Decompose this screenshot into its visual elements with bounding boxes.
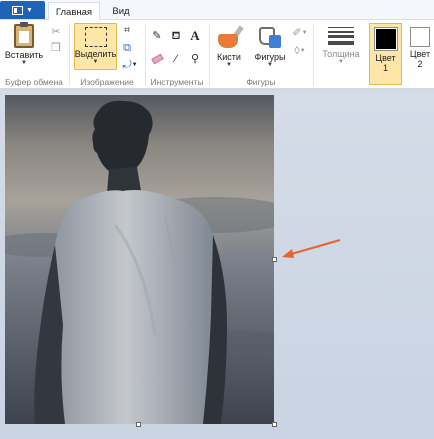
resize-icon: ⧉ [123,42,131,54]
crop-button[interactable]: ⌗ [120,24,134,38]
tab-view[interactable]: Вид [103,2,139,21]
shapes-label: Фигуры [254,52,286,62]
ribbon-tab-strip: ▼ Главная Вид [0,0,434,21]
tools-group-label: Инструменты [150,77,204,87]
color2-label: Цвет [409,49,431,59]
fill-shape-button[interactable]: ◊ ▼ [290,44,310,58]
group-divider [313,24,314,86]
text-button[interactable]: A [188,29,202,43]
scissors-icon: ✂ [51,26,61,38]
copy-button[interactable]: ❐ [49,41,63,55]
color1-label: Цвет [375,53,396,63]
color1-swatch [373,27,398,51]
pencil-button[interactable]: ✎ [150,29,164,43]
thickness-label: Толщина [322,49,360,59]
tab-home-label: Главная [55,6,93,18]
canvas-workspace [0,90,434,439]
resize-button[interactable]: ⧉ [120,41,134,55]
select-button[interactable]: Выделить ▼ [74,23,117,70]
color1-button[interactable]: Цвет 1 [369,23,402,85]
color1-number: 1 [382,63,388,73]
color2-button[interactable]: Цвет 2 [406,23,434,85]
paste-label: Вставить [4,50,44,60]
outline-button[interactable]: ✐ ▼ [290,26,310,40]
chevron-down-icon: ▼ [131,62,138,68]
shapes-button[interactable]: Фигуры ▼ [252,24,288,72]
annotation-arrow [282,239,341,258]
brushes-button[interactable]: Кисти ▼ [214,24,244,72]
paint-bucket-icon: ⛾ [171,30,181,42]
magnifier-icon: ⚲ [190,53,200,65]
photo-man-back-view-image [5,95,274,424]
rotate-button[interactable]: ⤾ ▼ [120,58,140,72]
chevron-down-icon: ▼ [338,59,344,65]
file-menu-button[interactable]: ▼ [0,1,45,19]
magnifier-button[interactable]: ⚲ [188,52,202,66]
tools-group: ✎ ⛾ A ⁄ ⚲ Инструменты [146,20,208,89]
select-label: Выделить [74,49,117,59]
shapes-icon [257,24,283,50]
shapes-group-label: Фигуры [246,77,276,87]
fill-button[interactable]: ⛾ [169,29,183,43]
color2-swatch [410,27,430,47]
crop-icon: ⌗ [124,25,130,36]
chevron-down-icon: ▼ [92,59,99,65]
cut-button[interactable]: ✂ [49,25,63,39]
color2-number: 2 [417,59,423,69]
clipboard-group-label: Буфер обмена [5,77,63,87]
ribbon: Вставить ▼ ✂ ❐ Буфер обмена Изображение … [0,20,434,89]
tab-home[interactable]: Главная [48,2,100,21]
resize-handle-right[interactable] [272,257,277,262]
paint-menu-icon [12,5,24,15]
eraser-button[interactable] [150,52,164,66]
canvas-image[interactable] [5,95,274,424]
chevron-down-icon: ▼ [301,30,308,36]
pencil-icon: ✎ [152,30,162,42]
eraser-icon [150,53,164,65]
tab-view-label: Вид [112,6,130,17]
color1-fill [375,29,396,49]
resize-handle-bottom[interactable] [136,422,141,427]
rotate-icon: ⤾ [122,59,132,71]
shapes-group: Кисти ▼ Фигуры ▼ ✐ ▼ ◊ ▼ Фигуры [210,20,312,89]
outline-icon: ✐ [292,27,302,39]
select-rectangle-icon [84,27,107,47]
text-icon: A [190,28,200,43]
chevron-down-icon: ▼ [299,48,306,54]
resize-handle-corner[interactable] [272,422,277,427]
chevron-down-icon: ▼ [226,62,232,68]
thickness-button[interactable]: Толщина ▼ [318,25,364,81]
copy-icon: ❐ [51,42,61,54]
brush-icon [216,24,244,50]
paste-button[interactable]: Вставить ▼ [4,22,44,70]
chevron-down-icon: ▼ [267,62,273,68]
brushes-label: Кисти [217,52,241,62]
eyedropper-icon: ⁄ [175,53,177,65]
clipboard-group: Вставить ▼ ✂ ❐ Буфер обмена [0,20,68,89]
chevron-down-icon: ▼ [21,60,27,66]
image-group-label: Изображение [80,77,134,87]
thickness-icon [328,25,354,47]
chevron-down-icon: ▼ [26,6,33,14]
color2-fill [412,29,428,45]
color-picker-button[interactable]: ⁄ [169,52,183,66]
clipboard-icon [14,22,34,48]
